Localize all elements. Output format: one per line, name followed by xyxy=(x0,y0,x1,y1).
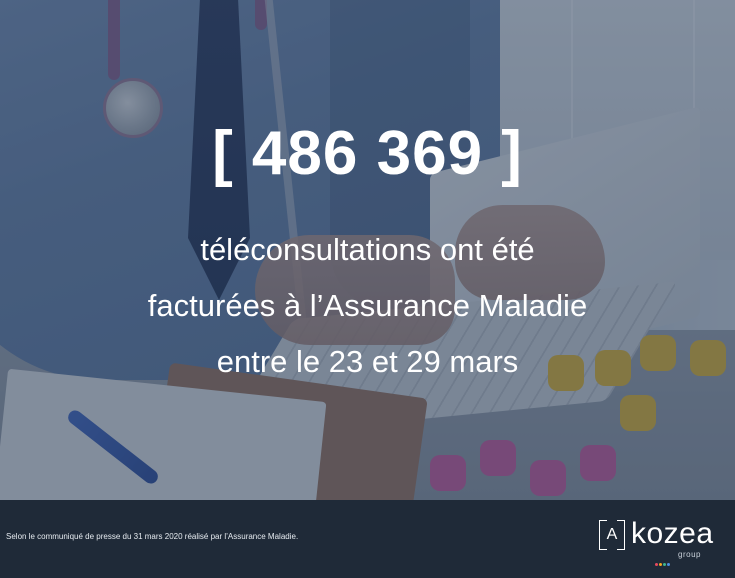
logo-letter: A xyxy=(606,526,618,543)
caption-line: téléconsultations ont été xyxy=(200,232,535,267)
headline-caption: téléconsultations ont été facturées à l’… xyxy=(0,222,735,390)
logo-subtitle: group xyxy=(678,550,701,559)
caption-line: entre le 23 et 29 mars xyxy=(216,344,519,379)
logo-dot xyxy=(667,563,670,566)
logo-word: kozea xyxy=(631,517,714,550)
infographic-card: [ 486 369 ] téléconsultations ont été fa… xyxy=(0,0,735,578)
kozea-logo: A kozea group xyxy=(599,516,717,566)
logo-dots xyxy=(655,553,675,566)
source-note: Selon le communiqué de presse du 31 mars… xyxy=(6,532,299,541)
logo-dot xyxy=(655,563,658,566)
logo-dot xyxy=(659,563,662,566)
logo-dot xyxy=(663,563,666,566)
caption-line: facturées à l’Assurance Maladie xyxy=(147,288,588,323)
footer-bar: Selon le communiqué de presse du 31 mars… xyxy=(0,500,735,578)
headline-figure: [ 486 369 ] xyxy=(212,119,523,188)
